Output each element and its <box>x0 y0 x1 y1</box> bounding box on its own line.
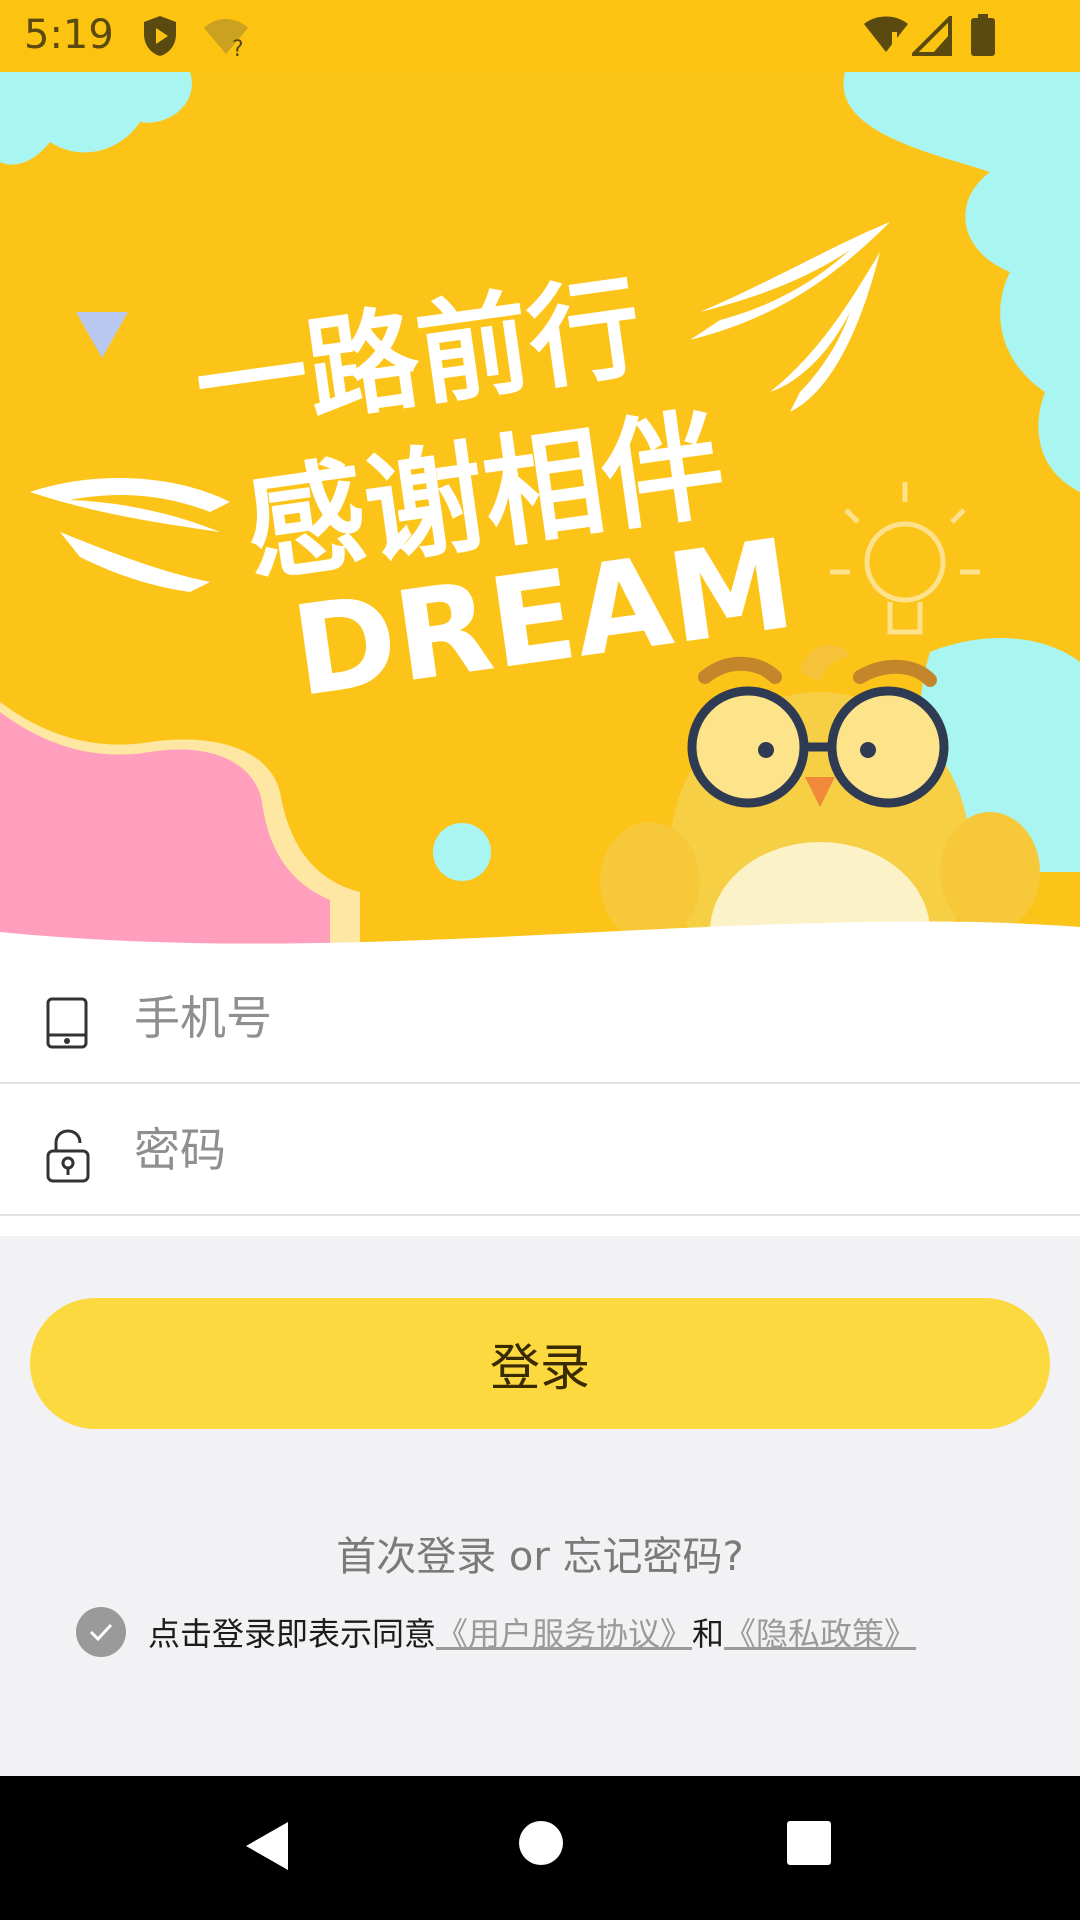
lock-icon <box>46 1129 94 1185</box>
phone-row <box>0 952 1080 1084</box>
login-form <box>0 952 1080 1236</box>
agree-checkbox[interactable] <box>76 1607 126 1657</box>
shield-play-icon <box>140 14 180 62</box>
signal-icon <box>909 13 952 60</box>
phone-input[interactable] <box>132 982 1036 1054</box>
check-icon <box>89 1623 113 1642</box>
back-icon[interactable] <box>244 1820 290 1876</box>
svg-text:?: ? <box>232 37 244 58</box>
navigation-bar <box>0 1776 1080 1920</box>
banner-illustration: 一路前行 感谢相伴 DREAM <box>0 72 1080 952</box>
phone-icon <box>46 997 94 1053</box>
battery-icon <box>970 14 996 60</box>
wifi-alert-icon <box>862 16 910 60</box>
home-icon[interactable] <box>518 1820 564 1870</box>
password-row <box>0 1084 1080 1216</box>
status-time: 5:19 <box>24 12 114 58</box>
login-button[interactable]: 登录 <box>30 1298 1050 1429</box>
recents-icon[interactable] <box>786 1820 832 1870</box>
agreement-row: 点击登录即表示同意 《用户服务协议》 和 《隐私政策》 <box>76 1606 916 1658</box>
first-login-forgot-password-link[interactable]: 首次登录 or 忘记密码? <box>0 1524 1080 1582</box>
banner: 一路前行 感谢相伴 DREAM <box>0 72 1080 952</box>
wifi-unknown-icon: ? <box>202 18 250 62</box>
password-input[interactable] <box>132 1114 1036 1186</box>
user-agreement-link[interactable]: 《用户服务协议》 <box>436 1609 692 1655</box>
agreement-and: 和 <box>692 1615 725 1653</box>
agreement-prefix: 点击登录即表示同意 <box>148 1615 437 1653</box>
privacy-policy-link[interactable]: 《隐私政策》 <box>724 1609 916 1655</box>
status-bar: 5:19 ? <box>0 0 1080 72</box>
